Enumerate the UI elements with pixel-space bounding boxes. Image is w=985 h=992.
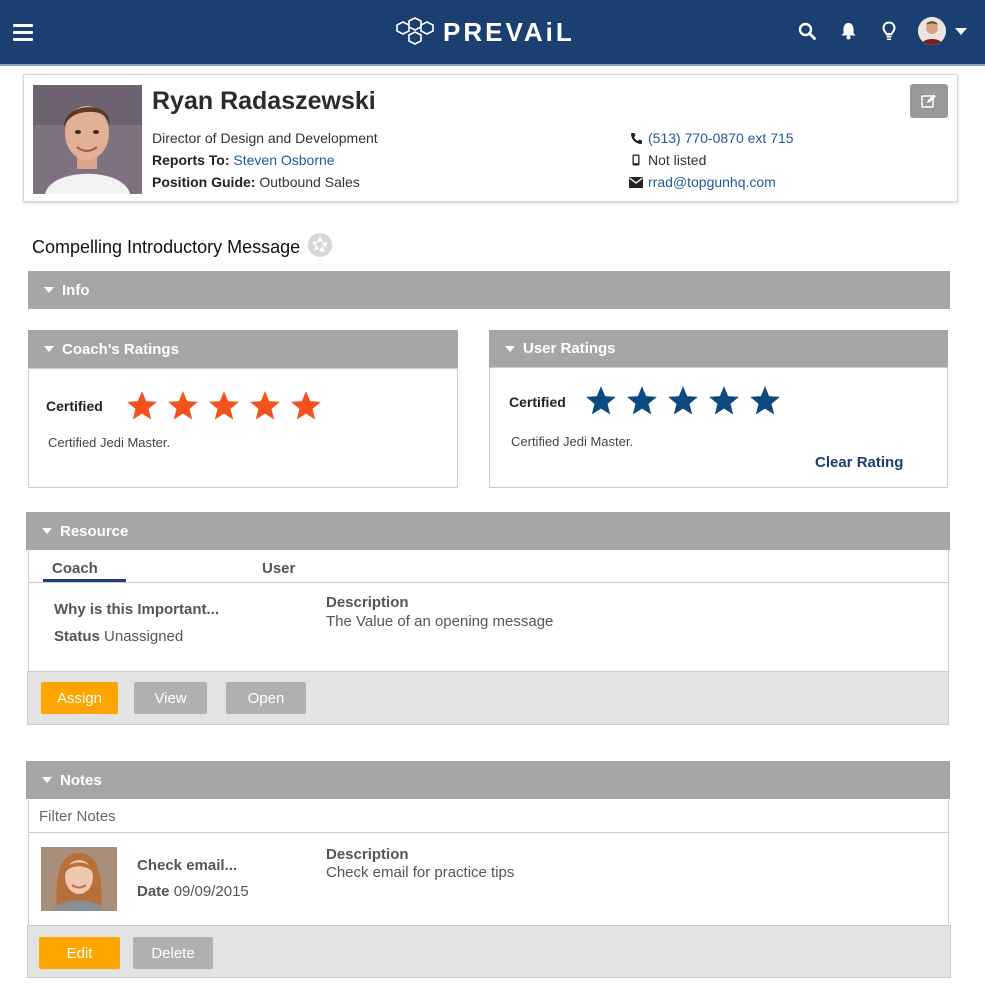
coach-ratings-header[interactable]: Coach's Ratings [28,330,458,368]
star-icon[interactable] [747,384,783,418]
resource-panel-header[interactable]: Resource [26,512,950,550]
assign-button[interactable]: Assign [41,682,118,714]
tab-user[interactable]: User [262,560,295,577]
resource-item-title[interactable]: Why is this Important... [54,601,219,618]
position-guide-label: Position Guide: [152,174,256,190]
star-icon[interactable] [206,389,242,423]
open-button[interactable]: Open [226,682,306,714]
status-label: Status [54,628,100,645]
page-title: Compelling Introductory Message [32,237,301,257]
date-label: Date [137,883,170,900]
view-button[interactable]: View [134,682,207,714]
profile-job-title: Director of Design and Development [152,130,378,146]
note-description-label: Description [326,846,409,863]
coach-ratings-body: Certified Certified Jedi Master. [28,368,458,488]
mobile-phone-icon [628,154,644,166]
caret-down-icon [44,346,54,352]
star-icon[interactable] [665,384,701,418]
star-icon[interactable] [706,384,742,418]
resource-content: Why is this Important... Status Unassign… [28,583,949,671]
top-navigation-bar: PREVAiL [0,0,985,66]
notes-panel-header[interactable]: Notes [26,761,950,799]
mobile-contact: Not listed [628,152,706,168]
info-panel-label: Info [62,281,90,299]
profile-name: Ryan Radaszewski [152,87,376,115]
note-item: Check email... Date 09/09/2015 Descripti… [28,833,949,925]
note-date: Date 09/09/2015 [137,883,249,900]
account-dropdown-chevron-icon[interactable] [955,27,967,35]
phone-link[interactable]: (513) 770-0870 ext 715 [648,130,794,146]
user-rating-label: Certified [509,394,566,410]
phone-contact: (513) 770-0870 ext 715 [628,130,794,146]
resource-description-label: Description [326,594,409,611]
resource-status: Status Unassigned [54,628,183,645]
caret-down-icon [505,345,515,352]
caret-down-icon [42,777,52,783]
edit-profile-button[interactable] [910,84,948,118]
date-value: 09/09/2015 [173,883,249,900]
position-guide-line: Position Guide: Outbound Sales [152,174,360,190]
loading-spinner-icon [307,232,333,263]
resource-actions: Assign View Open [27,671,949,725]
star-icon[interactable] [165,389,201,423]
star-icon[interactable] [247,389,283,423]
reports-to-line: Reports To: Steven Osborne [152,152,335,168]
note-description-value: Check email for practice tips [326,864,515,881]
user-star-rating[interactable] [583,384,788,418]
edit-note-button[interactable]: Edit [39,937,120,969]
brand-name: PREVAiL [443,16,575,47]
profile-card: Ryan Radaszewski Director of Design and … [23,74,958,202]
reports-to-link[interactable]: Steven Osborne [233,152,334,168]
user-ratings-body: Certified Certified Jedi Master. Clear R… [489,367,948,488]
hamburger-menu-icon[interactable] [13,24,33,42]
tab-coach[interactable]: Coach [43,560,126,582]
app-logo[interactable]: PREVAiL [393,16,575,48]
search-icon[interactable] [796,20,818,42]
reports-to-label: Reports To: [152,152,230,168]
coach-rating-note: Certified Jedi Master. [48,435,171,450]
caret-down-icon [42,528,52,534]
hexagon-logo-icon [396,17,434,45]
page-title-row: Compelling Introductory Message [32,232,333,263]
clear-rating-link[interactable]: Clear Rating [815,454,903,471]
note-author-avatar [41,847,117,911]
resource-tabs: Coach User [28,550,949,583]
status-value: Unassigned [104,628,184,645]
envelope-icon [628,176,644,188]
user-avatar[interactable] [918,17,946,45]
phone-icon [628,132,644,145]
notes-panel-label: Notes [60,771,102,789]
coach-rating-label: Certified [46,398,103,414]
note-title[interactable]: Check email... [137,857,237,874]
resource-description-value: The Value of an opening message [326,613,554,630]
email-contact: rrad@topgunhq.com [628,174,776,190]
star-icon[interactable] [288,389,324,423]
star-icon[interactable] [583,384,619,418]
email-link[interactable]: rrad@topgunhq.com [648,174,776,190]
user-rating-note: Certified Jedi Master. [511,434,634,449]
info-panel-header[interactable]: Info [28,271,950,309]
star-icon[interactable] [624,384,660,418]
profile-photo [33,85,142,194]
lightbulb-icon[interactable] [878,20,900,42]
mobile-value: Not listed [648,152,707,168]
filter-notes-row [28,800,949,833]
caret-down-icon [44,287,54,293]
filter-notes-input[interactable] [29,800,948,832]
position-guide-value: Outbound Sales [259,174,360,190]
resource-panel-label: Resource [60,522,129,540]
coach-star-rating [124,389,329,423]
user-ratings-label: User Ratings [523,340,616,357]
star-icon[interactable] [124,389,160,423]
bell-icon[interactable] [837,20,859,42]
edit-pencil-icon [921,94,936,108]
delete-note-button[interactable]: Delete [133,937,213,969]
user-ratings-header[interactable]: User Ratings [489,330,948,367]
coach-ratings-label: Coach's Ratings [62,340,179,358]
note-actions: Edit Delete [27,925,951,978]
